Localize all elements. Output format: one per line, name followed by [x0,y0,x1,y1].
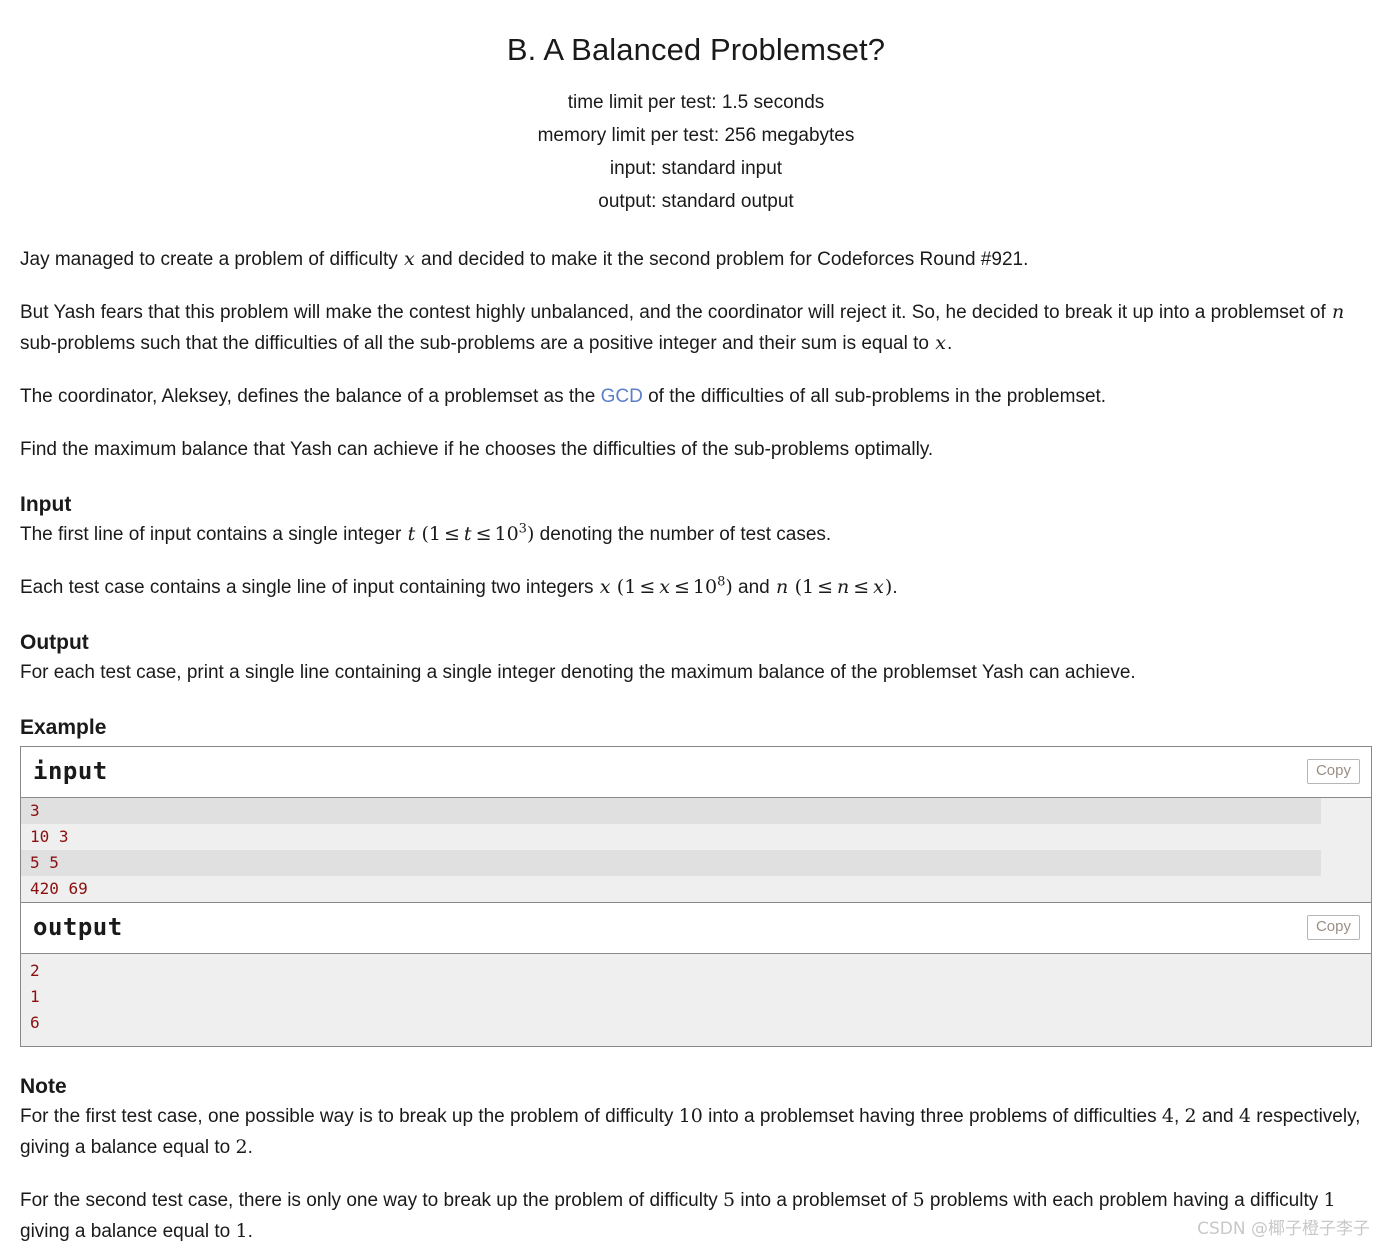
problem-statement: Jay managed to create a problem of diffi… [0,244,1392,688]
note-paragraph-1: For the first test case, one possible wa… [20,1101,1372,1163]
math-num-4: 4 [1238,1105,1251,1127]
math-paren-open: ( [421,523,429,545]
gcd-link[interactable]: GCD [601,386,643,407]
sample-output-header: output Copy [21,903,1371,953]
math-base-10: 10 [494,523,519,545]
csdn-watermark: CSDN @椰子橙子李子 [1197,1219,1370,1239]
math-var-t: t [407,523,416,545]
statement-paragraph-2: But Yash fears that this problem will ma… [20,297,1372,359]
sample-output-content[interactable]: 2 1 6 [21,953,1371,1046]
copy-input-button[interactable]: Copy [1306,759,1360,784]
statement-paragraph-4: Find the maximum balance that Yash can a… [20,439,934,460]
math-le-operator: ≤ [853,576,870,598]
output-section-heading: Output [20,631,89,654]
math-num-1: 1 [801,576,815,598]
sample-output-label: output [33,913,123,941]
output-spec-line: output: standard output [598,191,794,212]
input-spec-line: input: standard input [609,158,783,179]
note-paragraph-2: For the second test case, there is only … [20,1185,1372,1247]
note-n2-text-c: problems with each problem having a diff… [924,1190,1324,1211]
statement-p2-text-c: . [946,333,953,354]
note-n1-text-f: . [247,1137,253,1158]
note-n2-text-a: For the second test case, there is only … [20,1190,724,1211]
math-le-operator: ≤ [817,576,833,598]
statement-p2-text-a: But Yash fears that this problem will ma… [20,302,1332,323]
statement-p2-text-b: sub-problems such that the difficulties … [20,333,935,354]
sample-input-content[interactable]: 3 10 3 5 5 420 69 [21,797,1371,902]
sample-tests: Example input Copy 3 10 3 5 5 420 69 out… [0,716,1392,1047]
memory-limit-line: memory limit per test: 256 megabytes [537,125,855,146]
time-limit-line: time limit per test: 1.5 seconds [567,92,825,113]
math-exponent-3: 3 [518,521,527,537]
sample-input-label: input [33,757,108,785]
code-line: 5 5 [21,850,1321,876]
math-num-1: 1 [1323,1189,1336,1211]
statement-p3-text-b: of the difficulties of all sub-problems … [642,386,1107,407]
code-line: 10 3 [21,824,1321,850]
math-num-4: 4 [1161,1105,1174,1127]
note-section: Note For the first test case, one possib… [0,1075,1392,1247]
math-le-operator: ≤ [639,576,656,598]
math-num-1: 1 [624,576,637,598]
math-num-1: 1 [428,523,441,545]
statement-p1-text-a: Jay managed to create a problem of diffi… [20,249,404,270]
note-n1-text-d: and [1196,1106,1239,1127]
code-line: 2 [30,961,40,980]
code-line: 6 [30,1013,40,1032]
sample-input-box: input Copy 3 10 3 5 5 420 69 [20,746,1372,903]
math-paren-open: ( [794,576,802,598]
math-var-x: x [404,248,415,270]
math-var-t: t [463,523,472,545]
math-le-operator: ≤ [444,523,460,545]
problem-page: B. A Balanced Problemset? time limit per… [0,0,1392,1247]
math-var-n: n [1332,301,1345,323]
math-num-5: 5 [912,1189,925,1211]
code-line: 420 69 [21,876,1321,902]
math-var-n: n [837,576,850,598]
input-l1-text-a: The first line of input contains a singl… [20,524,407,545]
statement-paragraph-3: The coordinator, Aleksey, defines the ba… [20,381,1372,412]
math-var-x: x [659,576,670,598]
math-var-n: n [776,576,789,598]
math-base-10: 10 [692,576,718,598]
note-n2-text-e: . [247,1221,253,1242]
math-paren-close: ) [725,576,733,598]
input-line-1: The first line of input contains a singl… [20,519,1372,550]
statement-p3-text-a: The coordinator, Aleksey, defines the ba… [20,386,601,407]
math-var-x: x [935,332,946,354]
math-num-5: 5 [723,1189,736,1211]
input-l2-text-b: . [892,577,898,598]
input-line-2: Each test case contains a single line of… [20,572,1372,603]
note-n2-text-b: into a problemset of [735,1190,913,1211]
statement-paragraph-1: Jay managed to create a problem of diffi… [20,244,1372,275]
page-title: B. A Balanced Problemset? [506,32,886,67]
math-var-x: x [873,576,884,598]
input-section-heading: Input [20,493,72,516]
math-num-1: 1 [235,1220,248,1242]
math-le-operator: ≤ [475,523,492,545]
math-num-2: 2 [235,1136,248,1158]
code-line: 1 [30,987,40,1006]
note-n2-text-d: giving a balance equal to [20,1221,236,1242]
output-section-text: For each test case, print a single line … [20,662,1136,683]
problem-header: B. A Balanced Problemset? time limit per… [0,0,1392,218]
sample-output-box: output Copy 2 1 6 [20,903,1372,1047]
note-n1-text-c: , [1173,1106,1185,1127]
input-l1-text-b: denoting the number of test cases. [534,524,832,545]
input-l2-text-and: and [732,577,776,598]
math-num-2: 2 [1184,1105,1197,1127]
math-num-10: 10 [678,1105,703,1127]
statement-p1-text-b: and decided to make it the second proble… [415,249,1029,270]
copy-output-button[interactable]: Copy [1306,915,1360,940]
sample-input-header: input Copy [21,747,1371,797]
code-line: 3 [21,798,1321,824]
note-heading: Note [20,1075,67,1098]
math-le-operator: ≤ [673,576,690,598]
input-l2-text-a: Each test case contains a single line of… [20,577,599,598]
note-n1-text-a: For the first test case, one possible wa… [20,1106,679,1127]
example-heading: Example [20,716,107,739]
math-var-x: x [599,576,611,598]
note-n1-text-b: into a problemset having three problems … [702,1106,1162,1127]
